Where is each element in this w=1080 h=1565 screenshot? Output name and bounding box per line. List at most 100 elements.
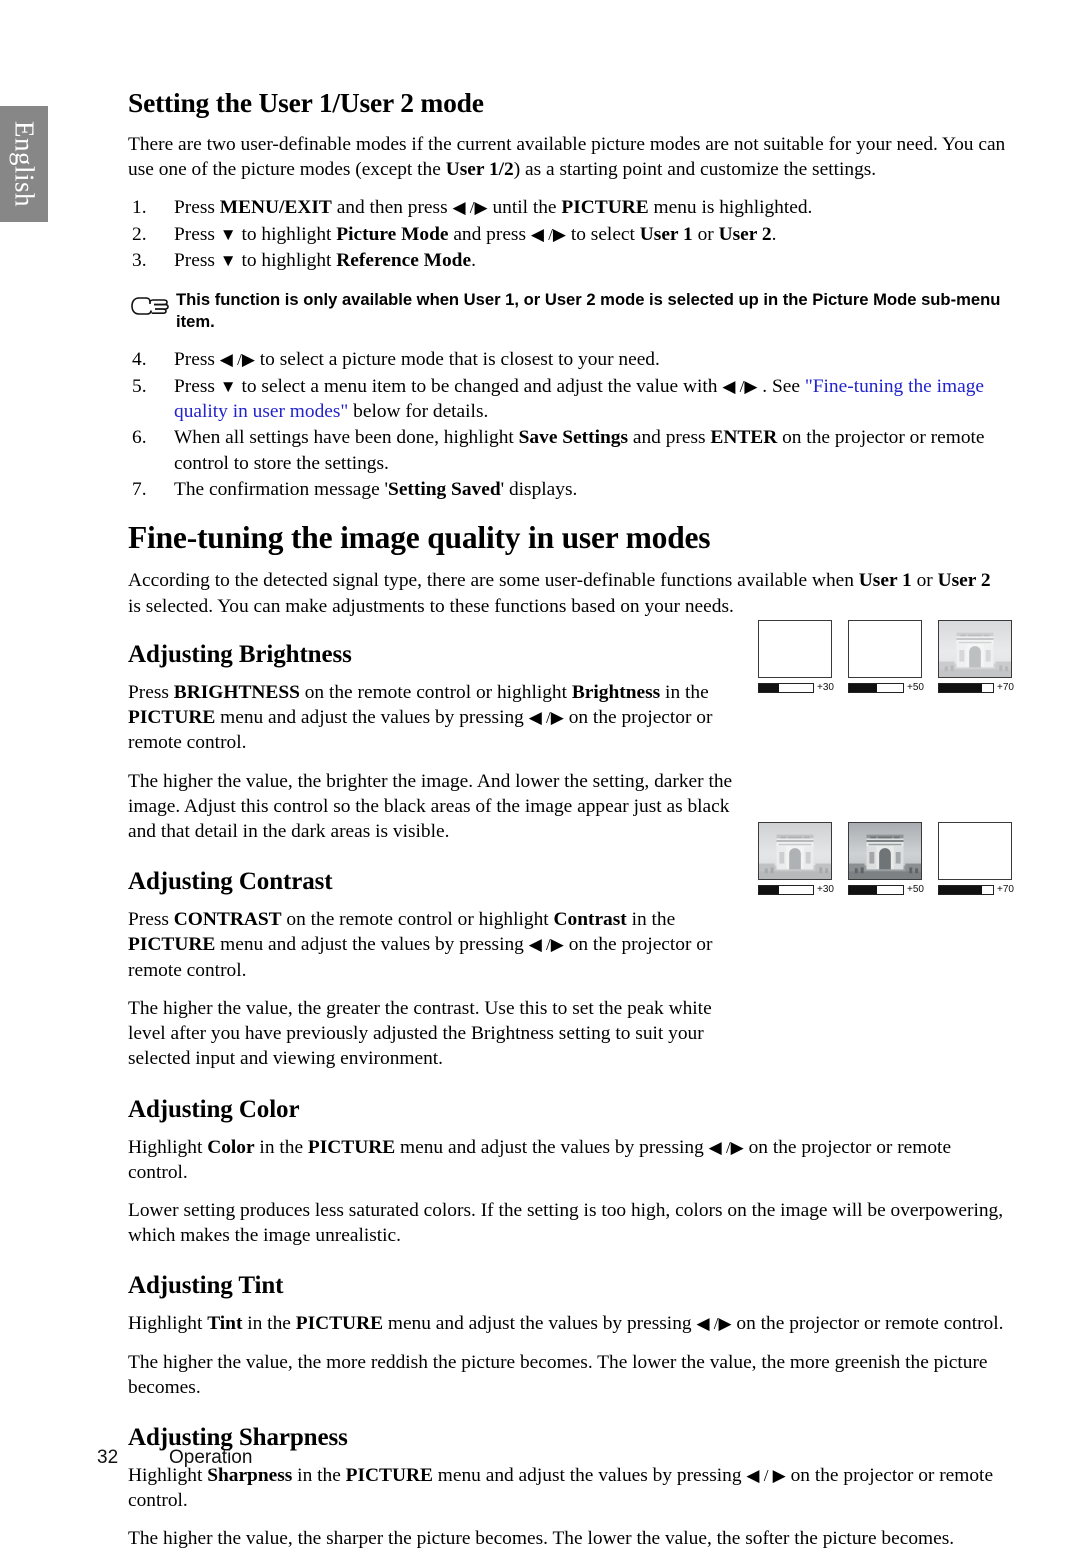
brightness-p1-text-2: on the remote control or highlight xyxy=(299,681,572,703)
step-0-text-2: to select a picture mode that is closest… xyxy=(254,349,660,371)
contrast-slider: +50 xyxy=(848,885,924,895)
brightness-slider: +70 xyxy=(938,683,1014,693)
step-2-arrow-icon-1: ▼ xyxy=(219,250,237,270)
brightness-p1-text-4: in the xyxy=(660,681,709,703)
brightness-slider-fill xyxy=(849,684,878,692)
color-paragraph-2: Lower setting produces less saturated co… xyxy=(128,1199,1004,1247)
contrast-paragraph-2: The higher the value, the greater the co… xyxy=(128,997,712,1070)
step-2-text-2: to highlight xyxy=(236,249,337,271)
contrast-slider-value: +70 xyxy=(997,884,1014,895)
step-item: 4. Press ◀ /▶ to select a picture mode th… xyxy=(128,347,1006,372)
section2-intro-text-2: or xyxy=(911,570,938,592)
color-p1-arrow-icon-5: ◀ /▶ xyxy=(708,1137,744,1157)
contrast-slider-track xyxy=(758,885,814,895)
step-number: 1. xyxy=(132,197,147,219)
step-1-text-4: and press xyxy=(448,223,531,245)
step-0-text-4: until the xyxy=(487,197,562,219)
section2-intro-text-4: is selected. You can make adjustments to… xyxy=(128,595,734,617)
step-1-text-2: to select a menu item to be changed and … xyxy=(236,375,723,397)
brightness-figure: +70 xyxy=(938,620,1014,693)
contrast-p1-text-0: Press xyxy=(128,909,174,931)
step-1-bold-3: Picture Mode xyxy=(336,223,449,245)
contrast-slider-track xyxy=(848,885,904,895)
brightness-figure: +50 xyxy=(848,620,924,693)
color-p1-bold-1: Color xyxy=(207,1136,255,1158)
footer-chapter: Operation xyxy=(169,1447,253,1468)
contrast-p1-bold-1: CONTRAST xyxy=(173,909,282,931)
brightness-slider-track xyxy=(938,683,994,693)
contrast-slider-track xyxy=(938,885,994,895)
step-2-bold-3: ENTER xyxy=(710,427,778,449)
contrast-slider: +70 xyxy=(938,885,1014,895)
step-0-arrow-icon-1: ◀ /▶ xyxy=(219,350,255,370)
step-3-bold-1: Setting Saved xyxy=(388,478,501,500)
step-body: Press MENU/EXIT and then press ◀ /▶ unti… xyxy=(174,197,812,218)
tint-p1-text-6: on the projector or remote control. xyxy=(731,1313,1004,1335)
section-title-user-mode: Setting the User 1/User 2 mode xyxy=(128,87,484,118)
brightness-slider-track xyxy=(848,683,904,693)
contrast-figure: +50 xyxy=(848,822,924,895)
step-1-text-4: . See xyxy=(757,375,805,397)
section-title-fine-tuning: Fine-tuning the image quality in user mo… xyxy=(128,520,711,556)
step-0-text-6: menu is highlighted. xyxy=(648,197,813,219)
step-1-bold-7: User 1 xyxy=(639,223,693,245)
brightness-slider-value: +30 xyxy=(817,682,834,693)
step-item: 5. Press ▼ to select a menu item to be ch… xyxy=(128,374,1006,425)
step-number: 6. xyxy=(132,427,147,449)
step-1-bold-9: User 2 xyxy=(718,223,772,245)
arc-de-triomphe-thumbnail xyxy=(848,620,922,678)
sharpness-paragraph-2: The higher the value, the sharper the pi… xyxy=(128,1528,955,1550)
intro-text-c: ) as a starting point and customize the … xyxy=(513,159,877,181)
brightness-slider-track xyxy=(758,683,814,693)
step-1-text-6: to select xyxy=(566,223,640,245)
contrast-p1-bold-3: Contrast xyxy=(553,909,627,931)
step-1-arrow-icon-1: ▼ xyxy=(219,224,237,244)
tint-p1-bold-3: PICTURE xyxy=(295,1313,384,1335)
tint-paragraph-1: Highlight Tint in the PICTURE menu and a… xyxy=(128,1311,1006,1336)
color-paragraph-1: Highlight Color in the PICTURE menu and … xyxy=(128,1135,1006,1185)
brightness-paragraph-2: The higher the value, the brighter the i… xyxy=(128,770,733,842)
step-0-text-2: and then press xyxy=(331,197,453,219)
step-item: 7. The confirmation message 'Setting Save… xyxy=(128,477,1006,502)
step-0-arrow-icon-3: ◀ /▶ xyxy=(452,198,488,218)
contrast-p1-text-6: menu and adjust the values by pressing xyxy=(215,934,529,956)
step-body: Press ▼ to highlight Reference Mode. xyxy=(174,250,476,271)
step-body: Press ▼ to select a menu item to be chan… xyxy=(174,376,984,422)
color-p1-text-4: menu and adjust the values by pressing xyxy=(395,1136,709,1158)
brightness-paragraph-1: Press BRIGHTNESS on the remote control o… xyxy=(128,680,753,756)
arc-de-triomphe-thumbnail xyxy=(938,620,1012,678)
brightness-p1-arrow-icon-7: ◀ /▶ xyxy=(528,708,564,728)
step-1-text-0: Press xyxy=(174,223,220,245)
step-2-bold-3: Reference Mode xyxy=(336,249,472,271)
step-1-text-2: to highlight xyxy=(236,223,337,245)
tint-p1-arrow-icon-5: ◀ /▶ xyxy=(696,1314,732,1334)
step-body: Press ▼ to highlight Picture Mode and pr… xyxy=(174,224,776,245)
arc-de-triomphe-thumbnail xyxy=(938,822,1012,880)
brightness-figure: +30 xyxy=(758,620,834,693)
note-text: This function is only available when Use… xyxy=(176,290,1001,332)
step-3-text-0: The confirmation message ' xyxy=(174,478,389,500)
color-p1-bold-3: PICTURE xyxy=(307,1136,396,1158)
step-0-text-0: Press xyxy=(174,197,220,219)
contrast-figure-group: +30 +50 +70 xyxy=(758,822,1014,895)
brightness-slider: +50 xyxy=(848,683,924,693)
contrast-slider: +30 xyxy=(758,885,834,895)
tint-p1-bold-1: Tint xyxy=(207,1313,243,1335)
step-body: The confirmation message 'Setting Saved'… xyxy=(174,479,577,500)
brightness-p1-bold-3: Brightness xyxy=(571,681,661,703)
page-footer: 32 Operation xyxy=(97,1447,997,1469)
step-2-text-2: and press xyxy=(628,427,711,449)
step-body: Press ◀ /▶ to select a picture mode that… xyxy=(174,349,660,370)
contrast-slider-fill xyxy=(849,886,878,894)
contrast-paragraph-1: Press CONTRAST on the remote control or … xyxy=(128,907,753,983)
step-item: 2. Press ▼ to highlight Picture Mode and … xyxy=(128,222,1006,247)
step-item: 3. Press ▼ to highlight Reference Mode. xyxy=(128,248,1006,273)
steps-list-2: 4. Press ◀ /▶ to select a picture mode th… xyxy=(128,347,1006,502)
arc-de-triomphe-thumbnail xyxy=(758,822,832,880)
step-2-text-0: When all settings have been done, highli… xyxy=(174,427,519,449)
steps-list-1: 1. Press MENU/EXIT and then press ◀ /▶ un… xyxy=(128,195,1006,273)
brightness-p1-text-0: Press xyxy=(128,681,174,703)
subsection-title-tint: Adjusting Tint xyxy=(128,1272,284,1300)
brightness-slider-value: +70 xyxy=(997,682,1014,693)
section2-intro-bold-3: User 2 xyxy=(937,570,991,592)
